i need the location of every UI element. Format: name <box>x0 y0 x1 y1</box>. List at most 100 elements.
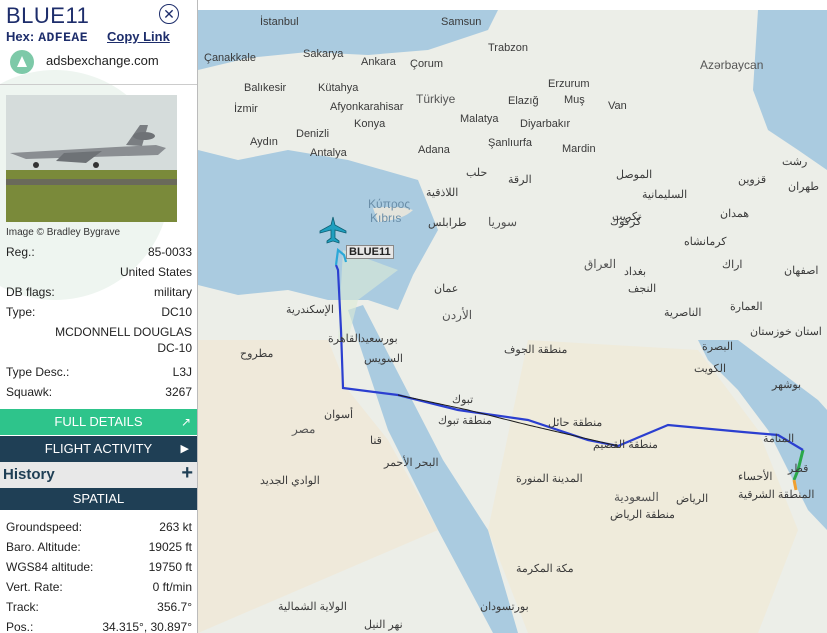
history-label: History <box>3 466 55 483</box>
map-label: Adana <box>418 144 450 156</box>
map-label: İstanbul <box>260 16 299 28</box>
map-label: Çanakkale <box>204 52 256 64</box>
map-label: Elazığ <box>508 95 539 107</box>
map-label: سوريا <box>488 215 518 229</box>
map-label: اصفهان <box>784 265 819 277</box>
map-label: العراق <box>584 257 617 271</box>
map-label: السليمانية <box>642 189 688 201</box>
map-label: مصر <box>292 422 316 436</box>
photo-credit: Image © Bradley Bygrave <box>6 227 121 238</box>
spatial-section-header[interactable]: SPATIAL <box>0 488 197 510</box>
adsbexchange-logo-icon <box>10 50 34 74</box>
caret-right-icon: ▶ <box>180 443 189 455</box>
map-label: البصرة <box>702 341 734 353</box>
detail-label: Type Desc.: <box>6 365 70 379</box>
detail-label: Squawk: <box>6 385 53 399</box>
map-label: المنطقة الشرقية <box>738 489 815 501</box>
map-label: Trabzon <box>488 42 528 54</box>
map-label: الموصل <box>616 169 653 181</box>
map-label: منطقة حائل <box>548 417 603 429</box>
map-label: مطروح <box>240 348 274 360</box>
map-label: الرقة <box>508 174 532 186</box>
map-label: استان خوزستان <box>750 326 822 338</box>
aircraft-info-panel: BLUE11 ✕ Hex: ADFEAE Copy Link adsbexchan… <box>0 0 198 633</box>
spatial-value: 263 kt <box>159 520 192 534</box>
detail-value: DC10 <box>161 305 192 319</box>
map-label: قزوين <box>738 174 767 186</box>
hex-row: Hex: ADFEAE <box>6 29 88 45</box>
map-view[interactable]: BLUE11 İstanbul Samsun Trabzon Çanakkale… <box>198 10 827 633</box>
full-details-label: FULL DETAILS <box>54 414 143 429</box>
map-label: أسوان <box>324 409 354 421</box>
copy-link-button[interactable]: Copy Link <box>107 29 170 44</box>
detail-value: 3267 <box>165 385 192 399</box>
detail-value: DC-10 <box>157 341 192 355</box>
map-label: Konya <box>354 118 386 130</box>
map-label: Mardin <box>562 143 596 155</box>
history-section-toggle[interactable]: History + <box>0 462 197 488</box>
map-label: Antalya <box>310 147 347 159</box>
map-label: اللاذقية <box>426 187 459 199</box>
map-label: Κύπρος <box>368 197 411 211</box>
map-label: Sakarya <box>303 48 344 60</box>
plus-icon: + <box>181 462 193 484</box>
source-row[interactable]: adsbexchange.com <box>0 46 197 85</box>
map-label: منطقة القصيم <box>593 439 658 451</box>
map-label: Ankara <box>361 56 396 68</box>
map-label: الناصرية <box>664 307 702 319</box>
map-label: البحر الأحمر <box>384 457 439 469</box>
detail-value: L3J <box>172 365 192 379</box>
map-label: قطر <box>788 463 809 475</box>
map-label: مكة المكرمة <box>516 563 574 575</box>
map-label: كرمانشاه <box>684 236 727 248</box>
map-label: طرابلس <box>428 217 467 229</box>
close-icon[interactable]: ✕ <box>159 4 179 24</box>
source-name: adsbexchange.com <box>46 53 159 68</box>
map-label: العمارة <box>730 301 763 313</box>
map-label: Afyonkarahisar <box>330 101 404 113</box>
map-label: طهران <box>788 181 820 193</box>
flight-activity-button[interactable]: FLIGHT ACTIVITY ▶ <box>0 436 197 462</box>
map-label: Kütahya <box>318 82 359 94</box>
map-label: الوادي الجديد <box>260 475 320 487</box>
map-label: Çorum <box>410 58 444 70</box>
hex-value: ADFEAE <box>38 30 88 45</box>
map-label: Şanlıurfa <box>488 137 533 149</box>
detail-label: DB flags: <box>6 285 55 299</box>
map-label: همدان <box>720 208 750 220</box>
map-label: النجف <box>628 283 657 295</box>
map-label: منطقة الرياض <box>610 509 675 521</box>
spatial-label: Groundspeed: <box>6 520 83 534</box>
map-label: Malatya <box>460 113 499 125</box>
detail-value: United States <box>119 265 192 279</box>
detail-value: military <box>154 285 192 299</box>
map-label: بغداد <box>624 266 647 278</box>
map-label: Van <box>608 100 627 112</box>
full-details-button[interactable]: FULL DETAILS ↗ <box>0 409 197 435</box>
map-label: الكويت <box>694 363 727 375</box>
spatial-value: 0 ft/min <box>152 580 192 594</box>
map-label: Azərbaycan <box>700 58 764 72</box>
map-label: Diyarbakır <box>520 118 571 130</box>
detail-label: Reg.: <box>6 245 35 259</box>
external-link-icon: ↗ <box>180 415 191 429</box>
map-label: القاهرة <box>328 333 361 345</box>
map-label: بوشهر <box>772 379 802 391</box>
map-label: قنا <box>370 435 382 447</box>
spatial-label: Track: <box>6 600 39 614</box>
map-label: تبوك <box>452 394 474 406</box>
spatial-value: 356.7° <box>157 600 192 614</box>
aircraft-callsign-label: BLUE11 <box>346 245 394 259</box>
map-label: السويس <box>364 353 403 365</box>
map-label: الأردن <box>442 308 473 322</box>
aircraft-icon[interactable] <box>318 215 348 245</box>
map-label: المدينة المنورة <box>516 473 583 485</box>
hex-label: Hex: <box>6 29 35 44</box>
map-label: Kıbrıs <box>370 211 402 225</box>
aircraft-photo[interactable] <box>6 95 177 222</box>
map-label: نهر النيل <box>364 619 403 631</box>
map-label: Samsun <box>441 16 482 28</box>
spatial-value: 19750 ft <box>148 560 192 574</box>
map-label: Aydın <box>250 136 278 148</box>
spatial-value: 19025 ft <box>148 540 192 554</box>
